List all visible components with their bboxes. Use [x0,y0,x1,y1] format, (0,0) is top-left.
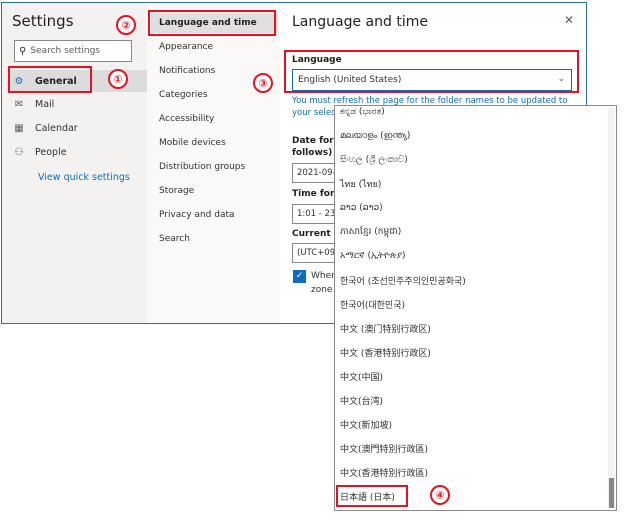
annotation-badge-3: ③ [253,73,273,93]
dropdown-scroll-thumb[interactable] [609,478,614,508]
highlight-general [8,66,92,93]
dropdown-option[interactable]: മലയാളം (ഇന്ത്യ) [340,128,410,144]
calendar-icon: ▦ [14,122,24,134]
menu-item-mobile-devices[interactable]: Mobile devices [159,133,277,153]
dropdown-option[interactable]: 한국어 (조선민주주의인민공화국) [340,272,466,288]
checkbox-label-line2: zone [311,285,333,295]
sidebar-item-people[interactable]: ⚇ People [12,141,142,163]
highlight-language-select [284,50,579,93]
dropdown-option[interactable]: 中文(中国) [340,368,383,384]
language-dropdown-list[interactable]: ಕನ್ನಡ (ಭಾರತ) മലയാളം (ഇന്ത്യ) සිංහල (ශ්‍ර… [334,105,617,511]
dropdown-scrollbar[interactable] [608,108,615,508]
menu-item-storage[interactable]: Storage [159,181,277,201]
menu-item-distribution-groups[interactable]: Distribution groups [159,157,277,177]
dropdown-option[interactable]: 中文(新加坡) [340,416,392,432]
panel-title: Language and time [292,14,428,30]
general-menu: Language and time Appearance Notificatio… [147,3,280,323]
sidebar-item-label: Mail [35,98,55,110]
dropdown-option[interactable]: ລາວ (ລາວ) [340,200,383,216]
checkbox-label-line1: When [311,271,337,281]
dropdown-option[interactable]: ಕನ್ನಡ (ಭಾರತ) [340,106,385,120]
dropdown-option[interactable]: 中文(香港特別行政區) [340,464,428,480]
dropdown-option[interactable]: ไทย (ไทย) [340,176,381,192]
menu-item-privacy-and-data[interactable]: Privacy and data [159,205,277,225]
annotation-badge-4: ④ [430,485,450,505]
settings-sidebar: Settings ⚲ Search settings ⚙ General ✉ M… [2,3,147,323]
settings-title: Settings [12,12,74,30]
dropdown-option[interactable]: සිංහල (ශ්‍රී ලංකාව) [340,152,408,168]
menu-item-appearance[interactable]: Appearance [159,37,277,57]
sidebar-item-label: People [35,146,67,158]
checkbox-label: When zone [311,269,337,297]
dropdown-option[interactable]: 中文(澳門特別行政區) [340,440,428,456]
sidebar-item-label: Calendar [35,122,78,134]
search-input[interactable]: ⚲ Search settings [14,40,132,62]
dropdown-option[interactable]: 中文 (香港特别行政区) [340,344,431,360]
dropdown-option[interactable]: 한국어(대한민국) [340,296,405,312]
people-icon: ⚇ [14,146,24,158]
menu-item-search[interactable]: Search [159,229,277,249]
sidebar-item-mail[interactable]: ✉ Mail [12,93,142,115]
view-quick-settings-link[interactable]: View quick settings [38,172,130,183]
annotation-badge-2: ② [116,15,136,35]
dropdown-option[interactable]: 中文 (澳门特别行政区) [340,320,431,336]
close-icon[interactable]: ✕ [564,13,574,27]
menu-item-accessibility[interactable]: Accessibility [159,109,277,129]
date-format-label-cont: follows) [292,148,333,158]
search-placeholder: Search settings [30,46,100,56]
search-icon: ⚲ [19,45,27,57]
mail-icon: ✉ [14,98,24,110]
sidebar-item-calendar[interactable]: ▦ Calendar [12,117,142,139]
dropdown-option[interactable]: አማርኛ (ኢትዮጵያ) [340,248,406,264]
highlight-language-and-time [148,10,276,36]
dropdown-option[interactable]: ភាសាខ្មែរ (កម្ពុជា) [340,224,401,240]
annotation-badge-1: ① [108,69,128,89]
time-zone-checkbox[interactable]: ✓ [293,270,306,283]
highlight-japanese-option [336,485,408,507]
dropdown-option[interactable]: 中文(台湾) [340,392,383,408]
